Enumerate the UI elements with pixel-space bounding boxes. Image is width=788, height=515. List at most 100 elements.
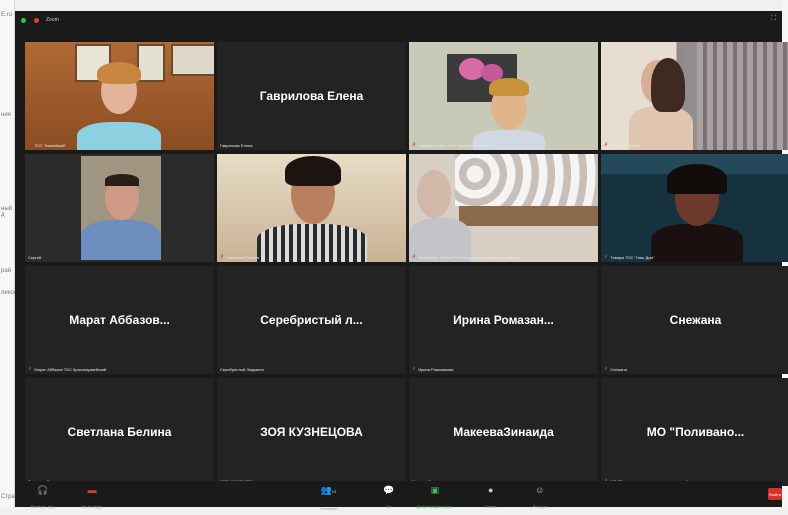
participant-name: Суркова Елена ТОС "Краснояровское"	[418, 143, 490, 148]
shelf	[459, 206, 598, 226]
mic-muted-icon: ✗	[604, 254, 609, 260]
participant-name-label: ✗ Ирина Ромазанова	[412, 366, 454, 373]
chat-icon: 💬	[383, 485, 395, 495]
fullscreen-icon[interactable]: ⛶	[771, 15, 776, 23]
participant-name: Сергей	[28, 255, 42, 260]
person-body	[81, 220, 161, 260]
participant-name-label: Гаврилова Елена	[220, 143, 252, 148]
participant-tile[interactable]: ✗ Тамара ТОС "Наш Дом"	[601, 154, 788, 262]
participant-display-name: Светлана Белина	[67, 425, 172, 439]
reactions-button[interactable]: ☺ Реакции	[533, 485, 547, 513]
participant-tile[interactable]: МакееваЗинаида МакееваЗинаида	[409, 378, 598, 486]
video-feed	[409, 154, 598, 262]
participant-display-name: МО "Поливано...	[646, 425, 745, 439]
toolbar-label: Участники	[320, 507, 337, 511]
toolbar-label: Демонстрация экрана	[417, 505, 453, 509]
headphones-icon: 🎧	[37, 485, 49, 495]
background-document-strip: E.ru ния ный д рай лекое Стра	[0, 0, 17, 507]
start-video-button[interactable]: ▬ Начать видео	[81, 485, 103, 513]
participant-tile[interactable]: ✗ ТОС "Вишнёвый"	[25, 42, 214, 150]
video-feed	[25, 42, 214, 150]
participant-name-label: ✗ Тамара ТОС "Наш Дом"	[604, 254, 655, 261]
chat-button[interactable]: 💬 Чат	[383, 485, 394, 513]
wall-pattern	[697, 42, 788, 150]
participant-name: Светлана Панова	[226, 255, 259, 260]
participant-name-label: ✗ ТОС "Вишнёвый"	[28, 142, 67, 149]
participant-tile[interactable]: Марат Аббазов... ✗ Марат Аббазов ТОС Крас…	[25, 266, 214, 374]
reactions-icon: ☺	[535, 485, 545, 495]
background-snippet: E.ru	[1, 12, 13, 18]
participant-tile[interactable]: ✗ Светлана Панова	[217, 154, 406, 262]
participant-tile[interactable]: Гаврилова Елена Гаврилова Елена	[217, 42, 406, 150]
unmute-button[interactable]: 🎧 Включить звук	[31, 485, 54, 513]
participant-name: Сенченко Дарья	[610, 143, 641, 148]
participants-button[interactable]: 👥19 Участники	[320, 485, 337, 515]
participants-count: 19	[331, 489, 337, 494]
wallpaper	[455, 154, 598, 206]
mic-muted-icon: ✗	[604, 142, 609, 148]
mic-muted-icon: ✗	[220, 254, 225, 260]
participant-name: Ирина Ромазанова	[418, 367, 454, 372]
zoom-window: Zoom ⛶ ✗ ТОС "Вишнёвый" Гаврилова Елена Г…	[15, 11, 788, 511]
video-feed	[25, 154, 214, 262]
participant-name: Тамара ТОС "Наш Дом"	[610, 255, 655, 260]
share-screen-icon: ▣	[430, 485, 440, 495]
video-feed	[409, 42, 598, 150]
mic-muted-icon: ✗	[28, 142, 33, 148]
toolbar-label: Чат	[385, 505, 392, 509]
participant-tile[interactable]: ✗ Лыбаченко Галина ТОС Бадовское городско…	[409, 154, 598, 262]
participant-name: Марат Аббазов ТОС Красноармейский	[34, 367, 107, 372]
participant-display-name: Серебристый л...	[260, 313, 363, 327]
participant-tile[interactable]: МО "Поливано... ✗МО "Поливановское сельс…	[601, 378, 788, 486]
participant-display-name: Гаврилова Елена	[259, 89, 364, 103]
person-hair	[285, 156, 341, 186]
video-feed	[601, 42, 788, 150]
mic-muted-icon: ✗	[604, 366, 609, 372]
meeting-toolbar: 🎧 Включить звук ▬ Начать видео 👥19 Участ…	[15, 481, 782, 511]
participant-display-name: Ирина Ромазан...	[453, 313, 554, 327]
toolbar-label: Включить звук	[31, 505, 55, 509]
video-feed	[217, 154, 406, 262]
person-body	[651, 224, 743, 262]
participant-tile[interactable]: Светлана Белина Светлана Белина	[25, 378, 214, 486]
participant-name: ТОС "Вишнёвый"	[34, 143, 67, 148]
participant-name-label: ✗ Светлана Панова	[220, 254, 259, 261]
mic-muted-icon: ✗	[412, 142, 417, 148]
certificate-frame	[137, 44, 165, 82]
participant-name-label: Серебристый Людмила	[220, 367, 264, 372]
participant-name: Лыбаченко Галина ТОС Бадовское городског…	[418, 255, 519, 260]
person-body	[257, 224, 367, 262]
participant-name-label: ✗ Лыбаченко Галина ТОС Бадовское городско…	[412, 254, 519, 261]
gallery-grid: ✗ ТОС "Вишнёвый" Гаврилова Елена Гаврилов…	[25, 42, 788, 491]
mic-muted-icon: ✗	[412, 366, 417, 372]
participant-tile[interactable]: Серебристый л... Серебристый Людмила	[217, 266, 406, 374]
participant-tile[interactable]: ЗОЯ КУЗНЕЦОВА ЗОЯ КУЗНЕЦОВА	[217, 378, 406, 486]
person-hair	[97, 62, 141, 84]
person-hair	[651, 58, 685, 112]
record-button[interactable]: ● Запись	[485, 485, 496, 513]
participant-display-name: Снежана	[669, 313, 722, 327]
participant-tile[interactable]: ✗ Суркова Елена ТОС "Краснояровское"	[409, 42, 598, 150]
participant-tile[interactable]: Ирина Ромазан... ✗ Ирина Ромазанова	[409, 266, 598, 374]
window-title: Zoom	[46, 17, 59, 23]
certificate-frame	[171, 44, 214, 76]
title-bar: Zoom ⛶	[15, 11, 782, 29]
participant-tile[interactable]: ✗ Сенченко Дарья	[601, 42, 788, 150]
toolbar-label: Реакции	[533, 505, 547, 509]
participant-name: Серебристый Людмила	[220, 367, 264, 372]
participant-tile[interactable]: Снежана ✗ Снежана	[601, 266, 788, 374]
mic-muted-icon: ✗	[412, 254, 417, 260]
share-screen-button[interactable]: ▣ Демонстрация экрана	[417, 485, 453, 513]
video-off-icon: ▬	[87, 485, 97, 495]
toolbar-label: Запись	[485, 505, 497, 509]
shield-icon	[21, 17, 26, 23]
mic-muted-icon: ✗	[28, 366, 33, 372]
participant-display-name: Марат Аббазов...	[69, 313, 170, 327]
person-hair	[105, 174, 139, 186]
leave-meeting-button[interactable]: Выйти	[768, 488, 782, 500]
toolbar-label: Начать видео	[81, 505, 104, 509]
participant-name-label: ✗ Марат Аббазов ТОС Красноармейский	[28, 366, 107, 373]
participant-tile-active-speaker[interactable]: Сергей	[25, 154, 214, 262]
participant-name-label: ✗ Снежана	[604, 366, 627, 373]
background-snippet: Стра	[1, 494, 15, 500]
